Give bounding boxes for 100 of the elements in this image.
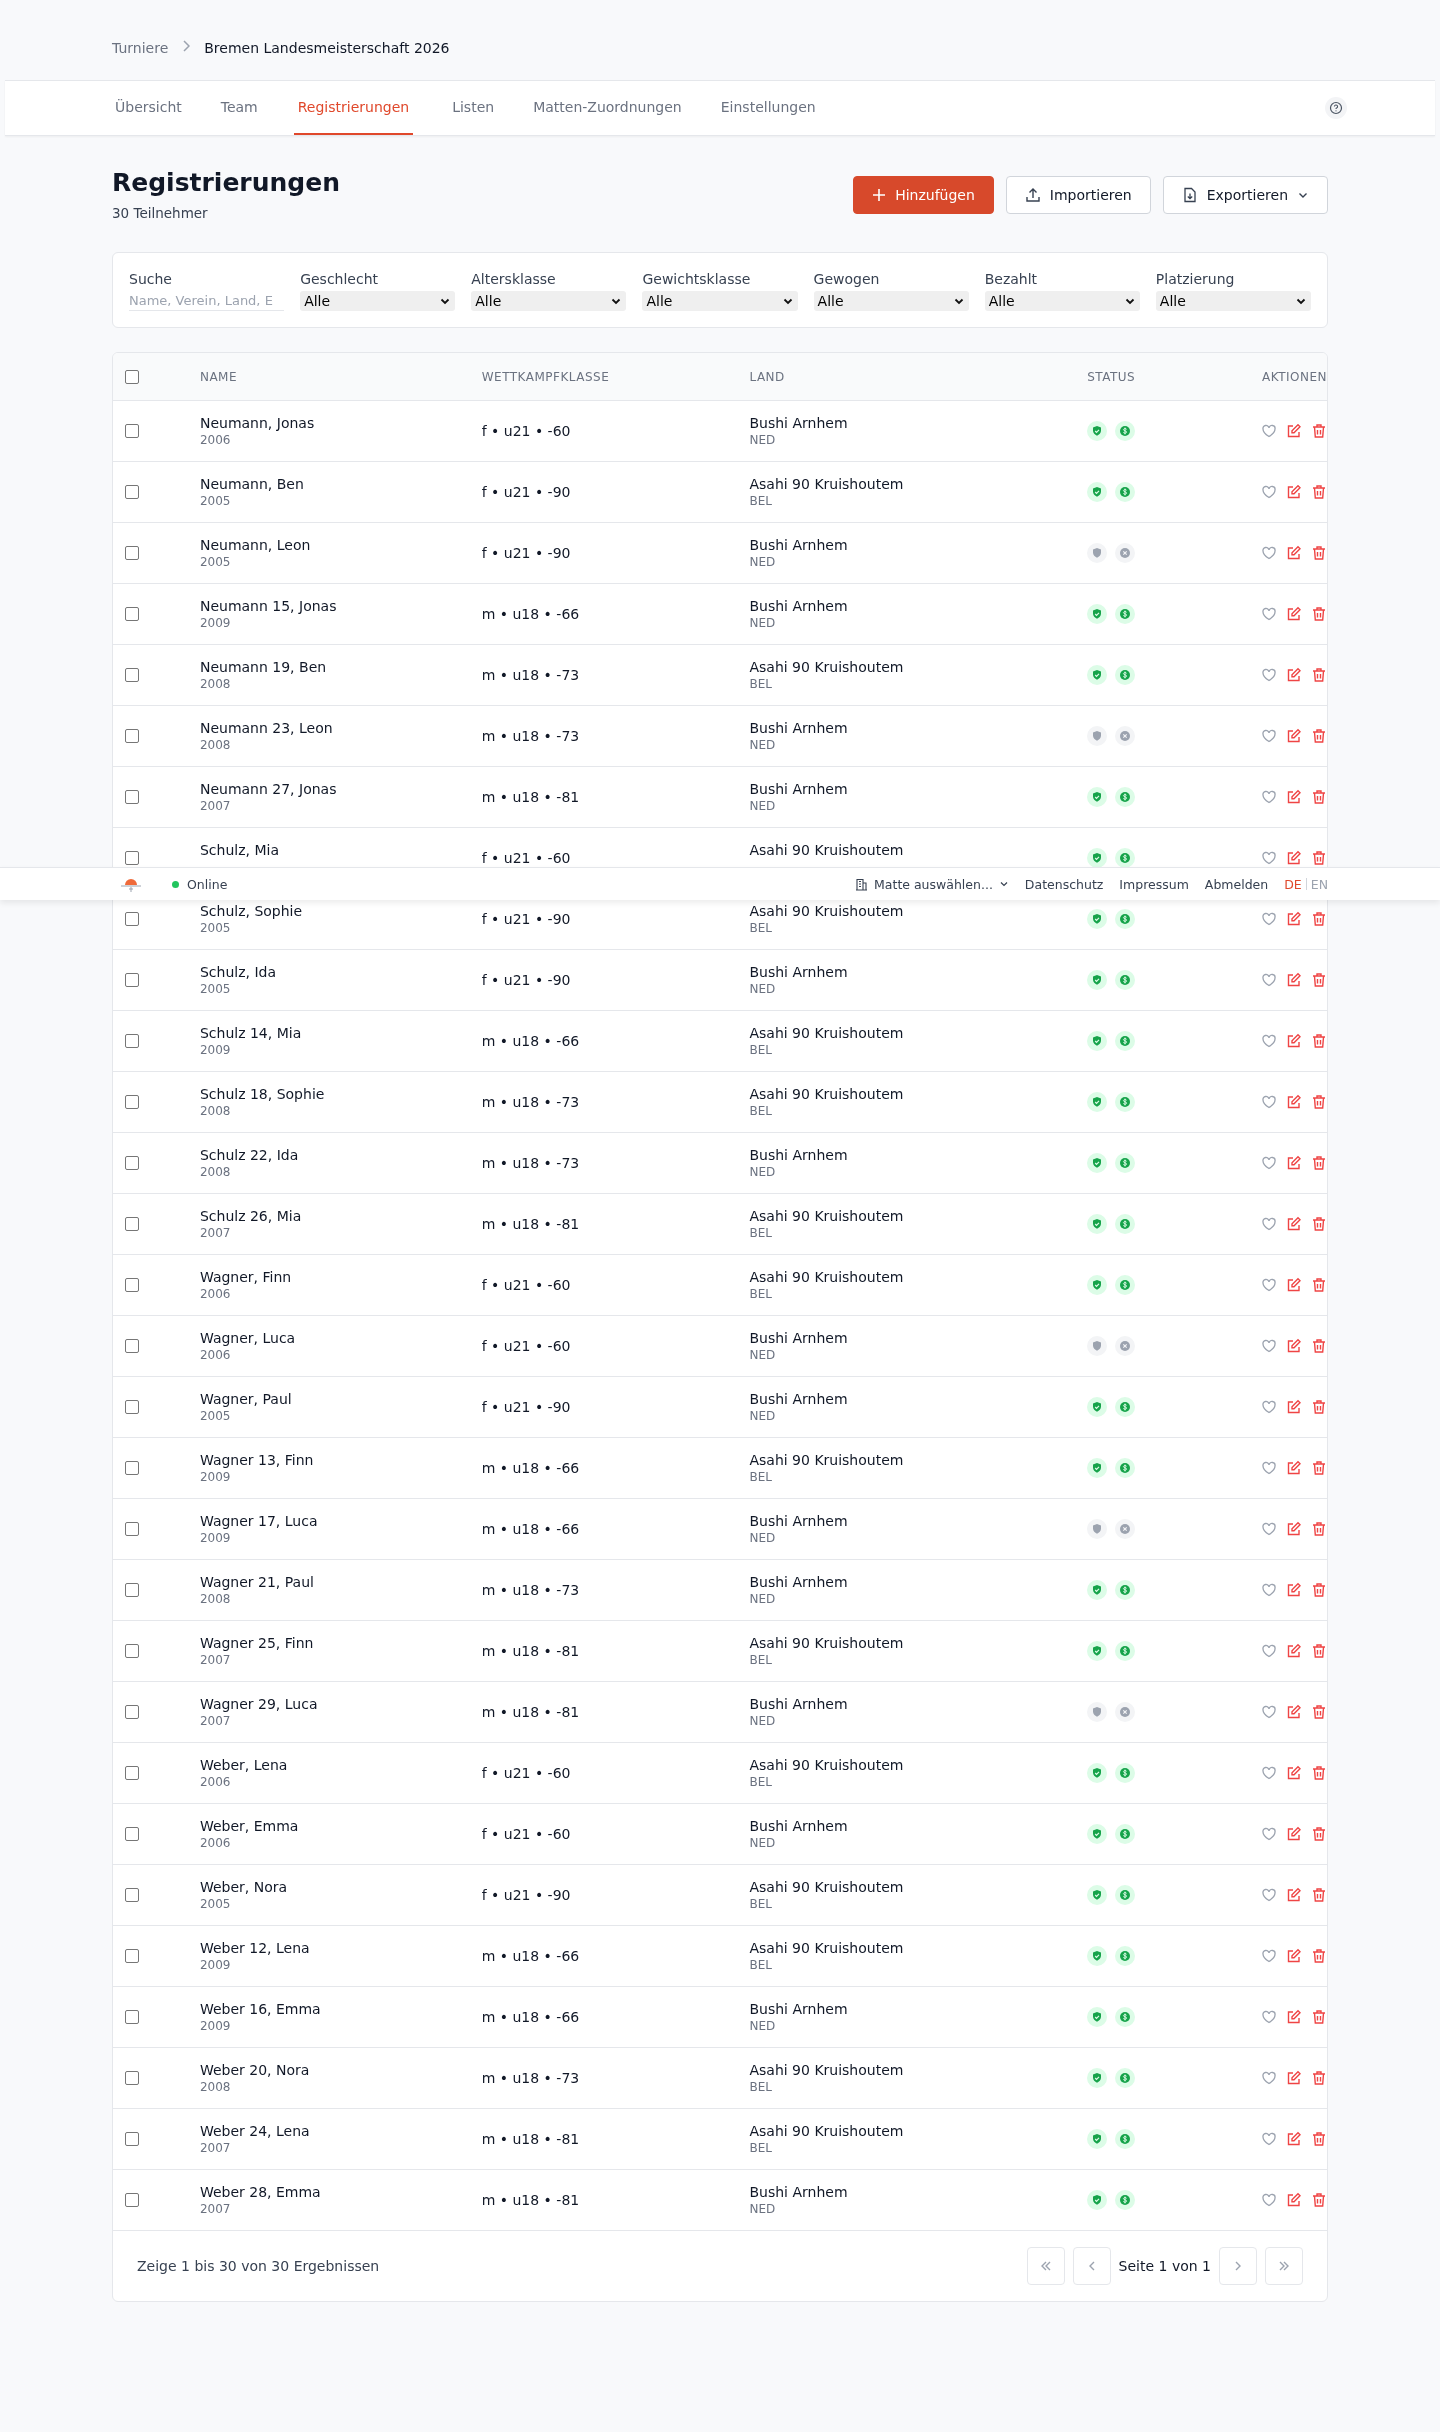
heart-icon[interactable] (1261, 484, 1277, 500)
delete-icon[interactable] (1311, 1826, 1327, 1842)
edit-icon[interactable] (1286, 1033, 1302, 1049)
row-checkbox[interactable] (125, 1522, 139, 1536)
row-checkbox[interactable] (125, 546, 139, 560)
row-checkbox[interactable] (125, 851, 139, 865)
edit-icon[interactable] (1286, 911, 1302, 927)
delete-icon[interactable] (1311, 545, 1327, 561)
heart-icon[interactable] (1261, 606, 1277, 622)
row-checkbox[interactable] (125, 790, 139, 804)
footer-link[interactable]: Impressum (1119, 876, 1189, 892)
row-checkbox[interactable] (125, 729, 139, 743)
nav-tab[interactable]: Einstellungen (717, 81, 836, 135)
delete-icon[interactable] (1311, 1948, 1327, 1964)
edit-icon[interactable] (1286, 423, 1302, 439)
breadcrumb-link[interactable]: Turniere (112, 40, 169, 56)
filter-dropdown[interactable]: Alle (984, 291, 1140, 311)
mat-select-dropdown[interactable]: Matte auswählen... (855, 876, 1009, 892)
row-checkbox[interactable] (125, 424, 139, 438)
delete-icon[interactable] (1311, 1887, 1327, 1903)
filter-dropdown[interactable]: Alle (642, 291, 798, 311)
heart-icon[interactable] (1261, 911, 1277, 927)
row-checkbox[interactable] (125, 1034, 139, 1048)
footer-link[interactable]: Datenschutz (1024, 876, 1104, 892)
heart-icon[interactable] (1261, 1399, 1277, 1415)
delete-icon[interactable] (1311, 1216, 1327, 1232)
heart-icon[interactable] (1261, 667, 1277, 683)
edit-icon[interactable] (1286, 1887, 1302, 1903)
delete-icon[interactable] (1311, 1521, 1327, 1537)
heart-icon[interactable] (1261, 850, 1277, 866)
heart-icon[interactable] (1261, 1216, 1277, 1232)
heart-icon[interactable] (1261, 2192, 1277, 2208)
heart-icon[interactable] (1261, 1155, 1277, 1171)
select-all-checkbox[interactable] (125, 369, 139, 384)
nav-tab[interactable]: Matten-Zuordnungen (530, 81, 702, 135)
delete-icon[interactable] (1311, 1399, 1327, 1415)
edit-icon[interactable] (1286, 2131, 1302, 2147)
delete-icon[interactable] (1311, 1704, 1327, 1720)
edit-icon[interactable] (1286, 850, 1302, 866)
delete-icon[interactable] (1311, 911, 1327, 927)
heart-icon[interactable] (1261, 423, 1277, 439)
edit-icon[interactable] (1286, 1826, 1302, 1842)
heart-icon[interactable] (1261, 1277, 1277, 1293)
heart-icon[interactable] (1261, 1338, 1277, 1354)
nav-tab[interactable]: Listen (449, 81, 515, 135)
edit-icon[interactable] (1286, 545, 1302, 561)
row-checkbox[interactable] (125, 1949, 139, 1963)
row-checkbox[interactable] (125, 485, 139, 499)
edit-icon[interactable] (1286, 1948, 1302, 1964)
row-checkbox[interactable] (125, 1156, 139, 1170)
delete-icon[interactable] (1311, 667, 1327, 683)
edit-icon[interactable] (1286, 1582, 1302, 1598)
filter-dropdown[interactable]: Alle (471, 291, 627, 311)
delete-icon[interactable] (1311, 606, 1327, 622)
edit-icon[interactable] (1286, 1521, 1302, 1537)
edit-icon[interactable] (1286, 1643, 1302, 1659)
row-checkbox[interactable] (125, 1827, 139, 1841)
row-checkbox[interactable] (125, 607, 139, 621)
nav-tab[interactable]: Übersicht (112, 81, 202, 135)
delete-icon[interactable] (1311, 1155, 1327, 1171)
heart-icon[interactable] (1261, 1460, 1277, 1476)
language-option[interactable]: DE (1284, 876, 1302, 892)
delete-icon[interactable] (1311, 2192, 1327, 2208)
heart-icon[interactable] (1261, 1643, 1277, 1659)
edit-icon[interactable] (1286, 2070, 1302, 2086)
delete-icon[interactable] (1311, 789, 1327, 805)
row-checkbox[interactable] (125, 912, 139, 926)
edit-icon[interactable] (1286, 1155, 1302, 1171)
export-button[interactable]: Exportieren (1162, 176, 1328, 214)
edit-icon[interactable] (1286, 789, 1302, 805)
heart-icon[interactable] (1261, 545, 1277, 561)
row-checkbox[interactable] (125, 668, 139, 682)
delete-icon[interactable] (1311, 2131, 1327, 2147)
row-checkbox[interactable] (125, 2193, 139, 2207)
heart-icon[interactable] (1261, 1887, 1277, 1903)
edit-icon[interactable] (1286, 606, 1302, 622)
row-checkbox[interactable] (125, 1217, 139, 1231)
row-checkbox[interactable] (125, 1461, 139, 1475)
delete-icon[interactable] (1311, 1277, 1327, 1293)
row-checkbox[interactable] (125, 2010, 139, 2024)
heart-icon[interactable] (1261, 789, 1277, 805)
delete-icon[interactable] (1311, 1582, 1327, 1598)
delete-icon[interactable] (1311, 1643, 1327, 1659)
import-button[interactable]: Importieren (1005, 176, 1151, 214)
row-checkbox[interactable] (125, 2132, 139, 2146)
row-checkbox[interactable] (125, 1766, 139, 1780)
filter-dropdown[interactable]: Alle (300, 291, 456, 311)
delete-icon[interactable] (1311, 1033, 1327, 1049)
heart-icon[interactable] (1261, 2131, 1277, 2147)
row-checkbox[interactable] (125, 1278, 139, 1292)
delete-icon[interactable] (1311, 1460, 1327, 1476)
heart-icon[interactable] (1261, 2009, 1277, 2025)
heart-icon[interactable] (1261, 1521, 1277, 1537)
delete-icon[interactable] (1311, 1765, 1327, 1781)
add-button[interactable]: Hinzufügen (853, 176, 994, 214)
heart-icon[interactable] (1261, 1948, 1277, 1964)
delete-icon[interactable] (1311, 972, 1327, 988)
nav-tab[interactable]: Registrierungen (293, 81, 414, 135)
footer-link[interactable]: Abmelden (1204, 876, 1269, 892)
row-checkbox[interactable] (125, 1888, 139, 1902)
